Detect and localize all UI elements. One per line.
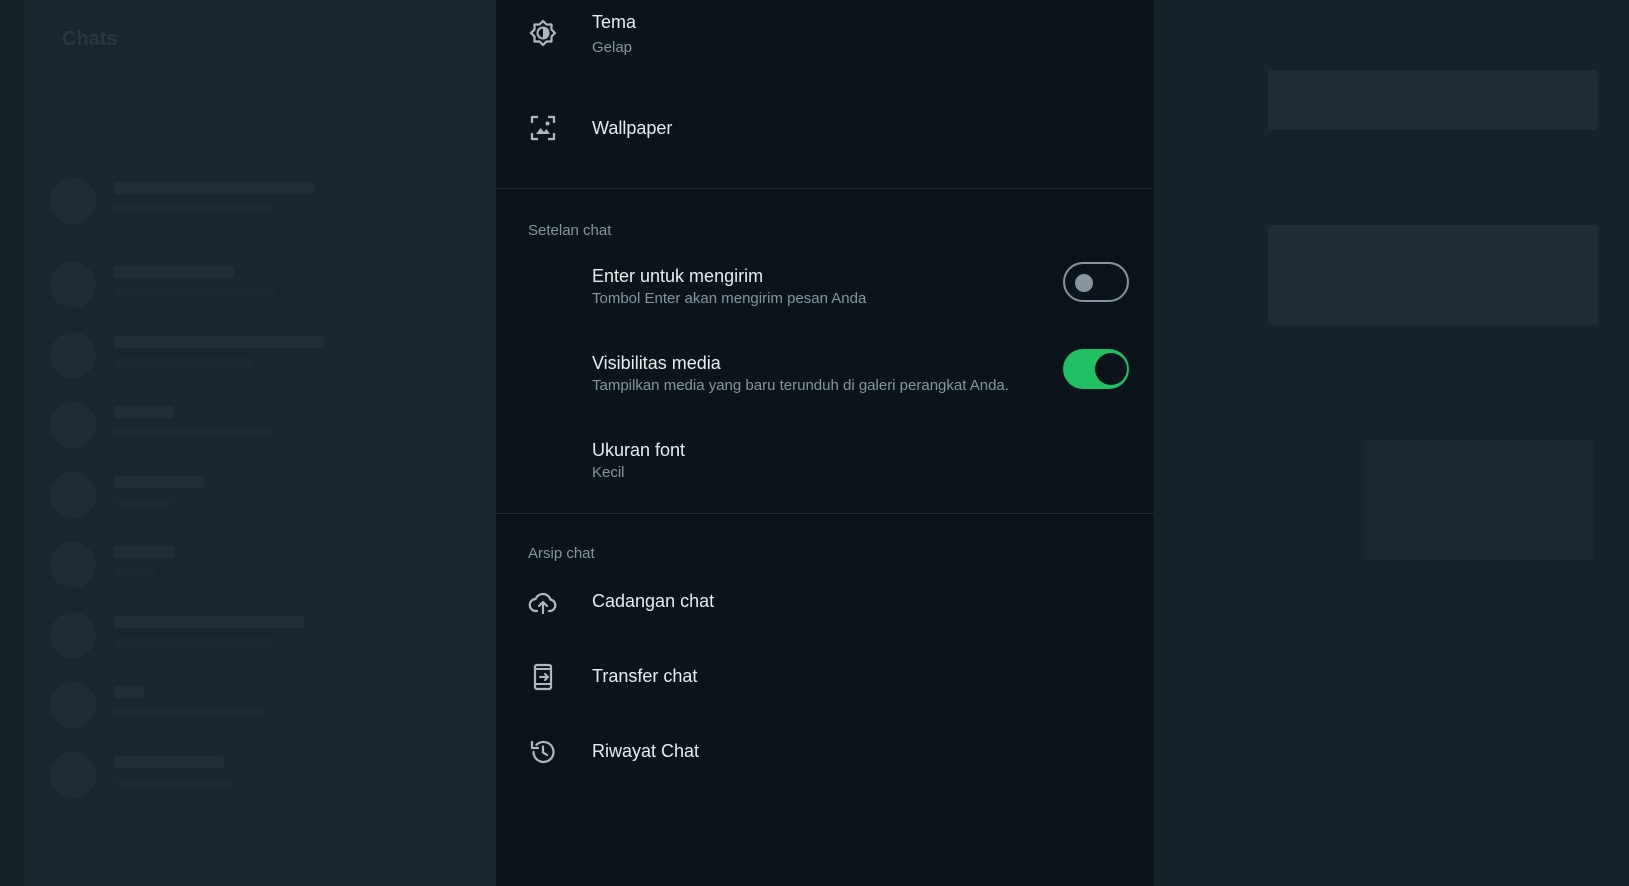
toggle-knob xyxy=(1095,353,1127,385)
wallpaper-icon xyxy=(528,113,558,143)
theme-title: Tema xyxy=(592,12,637,32)
background-chats-title: Chats xyxy=(62,28,118,50)
font-size-value: Kecil xyxy=(592,464,625,481)
wallpaper-title: Wallpaper xyxy=(592,118,673,138)
cloud-upload-icon xyxy=(528,588,558,618)
background-chat-row xyxy=(50,176,450,226)
background-conversation xyxy=(1154,0,1629,886)
chat-backup-title: Cadangan chat xyxy=(592,591,715,611)
chat-transfer-title: Transfer chat xyxy=(592,666,698,686)
section-divider xyxy=(496,188,1154,189)
chat-history-title: Riwayat Chat xyxy=(592,741,700,761)
background-chat-row xyxy=(50,680,450,730)
font-size-setting[interactable]: Ukuran font Kecil xyxy=(496,430,1154,500)
enter-to-send-description: Tombol Enter akan mengirim pesan Anda xyxy=(592,290,867,307)
theme-icon xyxy=(528,18,558,48)
theme-value: Gelap xyxy=(592,39,633,56)
enter-to-send-setting[interactable]: Enter untuk mengirim Tombol Enter akan m… xyxy=(496,256,1154,326)
enter-to-send-title: Enter untuk mengirim xyxy=(592,266,764,286)
background-chat-list: Chats xyxy=(0,0,496,886)
background-chat-row xyxy=(50,400,450,450)
wallpaper-setting[interactable]: Wallpaper xyxy=(496,96,1154,160)
section-divider xyxy=(496,513,1154,514)
background-chat-row xyxy=(50,330,450,380)
media-visibility-title: Visibilitas media xyxy=(592,353,721,373)
enter-to-send-toggle[interactable] xyxy=(1063,262,1129,302)
background-chat-row xyxy=(50,750,450,800)
chat-archive-header: Arsip chat xyxy=(528,545,595,562)
background-chat-row xyxy=(50,260,450,310)
media-visibility-description: Tampilkan media yang baru terunduh di ga… xyxy=(592,377,1009,394)
chat-settings-header: Setelan chat xyxy=(528,222,612,239)
chat-history-setting[interactable]: Riwayat Chat xyxy=(496,728,1154,778)
theme-setting[interactable]: Tema Gelap xyxy=(496,0,1154,72)
background-nav-rail xyxy=(0,0,24,886)
settings-panel: Tema Gelap Wallpaper Setelan chat Enter … xyxy=(496,0,1154,886)
phone-transfer-icon xyxy=(528,662,558,692)
media-visibility-setting[interactable]: Visibilitas media Tampilkan media yang b… xyxy=(496,343,1154,413)
background-chat-row xyxy=(50,610,450,660)
font-size-title: Ukuran font xyxy=(592,440,686,460)
chat-backup-setting[interactable]: Cadangan chat xyxy=(496,578,1154,628)
media-visibility-toggle[interactable] xyxy=(1063,349,1129,389)
toggle-knob xyxy=(1075,274,1093,292)
background-chat-row xyxy=(50,470,450,520)
background-chat-row xyxy=(50,540,450,590)
chat-transfer-setting[interactable]: Transfer chat xyxy=(496,653,1154,703)
history-icon xyxy=(528,737,558,767)
